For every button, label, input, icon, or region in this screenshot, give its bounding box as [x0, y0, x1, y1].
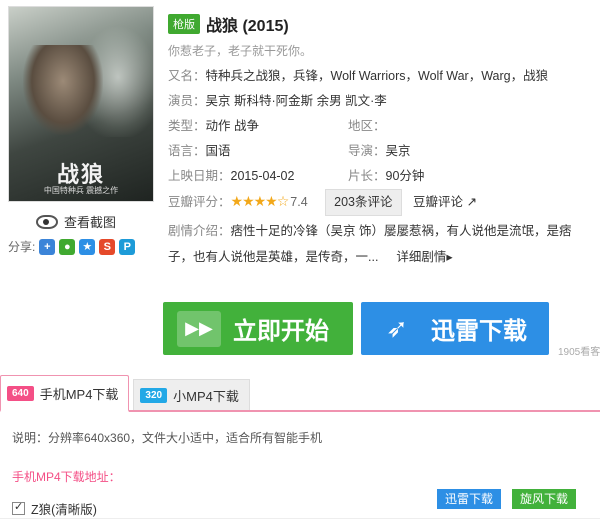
resolution-badge-320: 320	[140, 387, 168, 403]
download-tabs: 640 手机MP4下载 320 小MP4下载	[0, 375, 600, 412]
thunder-bird-icon: ➶	[386, 313, 408, 343]
cast-row: 演员：吴京 斯科特·阿金斯 余男 凯文·李	[168, 89, 588, 114]
sina-weibo-icon[interactable]: S	[99, 238, 116, 255]
douban-review-link[interactable]: 豆瓣评论 ↗	[413, 195, 477, 209]
rating-label: 豆瓣评分：	[168, 195, 231, 209]
download-note: 说明：分辨率640x360，文件大小适中，适合所有智能手机	[12, 431, 323, 445]
release-value: 2015-04-02	[230, 169, 295, 183]
plot-label: 剧情介绍：	[168, 224, 231, 238]
release-runtime-row: 上映日期：2015-04-02 片长：90分钟	[168, 164, 588, 189]
release-label: 上映日期：	[168, 169, 231, 183]
language-label: 语言：	[168, 144, 206, 158]
view-screenshots-label: 查看截图	[64, 215, 117, 230]
reviews-button[interactable]: 203条评论	[325, 189, 402, 216]
language-director-row: 语言：国语 导演：吴京	[168, 139, 588, 164]
genre-region-row: 类型：动作 战争 地区：	[168, 114, 588, 139]
movie-info: 枪版 战狼 (2015) 你惹老子，老子就干死你。 又名：特种兵之战狼，兵锋，W…	[168, 12, 588, 270]
tab-mobile-mp4[interactable]: 640 手机MP4下载	[0, 375, 130, 412]
download-section: 640 手机MP4下载 320 小MP4下载 说明：分辨率640x360，文件大…	[0, 375, 600, 519]
rating-stars-icon: ★★★★☆	[230, 193, 290, 209]
genre-value[interactable]: 动作 战争	[206, 119, 259, 133]
external-link-icon: ↗	[463, 195, 477, 209]
douban-review-label: 豆瓣评论	[413, 195, 464, 209]
poster-figure	[23, 45, 103, 135]
cast-value[interactable]: 吴京 斯科特·阿金斯 余男 凯文·李	[206, 94, 387, 108]
director-label: 导演：	[348, 144, 386, 158]
file-whirlwind-download-button[interactable]: 旋风下载	[512, 489, 577, 509]
aka-label: 又名：	[168, 69, 206, 83]
plot-row: 剧情介绍：痞性十足的冷锋（吴京 饰）屡屡惹祸，有人说他是流氓，是痞子，也有人说他…	[168, 218, 588, 270]
file-name[interactable]: Z狼(清晰版)	[31, 499, 97, 518]
start-now-button[interactable]: ▶▶ 立即开始	[163, 302, 353, 355]
watch-count: 1905看客	[558, 347, 600, 358]
runtime-label: 片长：	[348, 169, 386, 183]
qq-icon[interactable]: P	[119, 238, 136, 255]
movie-title: 战狼 (2015)	[206, 18, 289, 35]
fast-forward-icon: ▶▶	[177, 310, 221, 347]
rating-row: 豆瓣评分：★★★★☆ 7.4 203条评论 豆瓣评论 ↗	[168, 189, 588, 216]
aka-value: 特种兵之战狼，兵锋，Wolf Warriors，Wolf War，Warg，战狼	[205, 69, 549, 83]
resolution-badge-640: 640	[7, 385, 34, 401]
language-value: 国语	[205, 144, 231, 158]
file-checkbox[interactable]	[12, 500, 25, 515]
view-screenshots-button[interactable]: 查看截图	[36, 212, 116, 231]
tab-mobile-mp4-label: 手机MP4下载	[39, 386, 119, 402]
tab-small-mp4[interactable]: 320 小MP4下载	[133, 379, 250, 410]
genre-label: 类型：	[168, 119, 206, 133]
share-label: 分享:	[8, 240, 36, 254]
tencent-weibo-icon[interactable]: +	[39, 238, 56, 255]
region-label: 地区：	[348, 119, 386, 133]
thunder-download-label: 迅雷下载	[431, 318, 527, 345]
start-now-label: 立即开始	[233, 318, 329, 345]
rating-score: 7.4	[290, 195, 308, 209]
version-tag: 枪版	[168, 14, 200, 34]
director-value[interactable]: 吴京	[386, 144, 411, 158]
tab-small-mp4-label: 小MP4下载	[173, 388, 239, 404]
wechat-icon[interactable]: ●	[59, 238, 76, 255]
runtime-value: 90分钟	[385, 169, 425, 183]
eye-icon	[36, 214, 58, 229]
poster-subtitle: 中国特种兵 震撼之作	[43, 186, 119, 195]
more-plot-link[interactable]: 详细剧情▸	[396, 250, 452, 264]
share-bar: 分享: + ● ★ S P	[8, 238, 136, 255]
title-row: 枪版 战狼 (2015)	[168, 12, 588, 36]
thunder-download-button[interactable]: ➶ 迅雷下载	[361, 302, 549, 355]
download-address-label: 手机MP4下载地址：	[12, 470, 121, 484]
movie-tagline: 你惹老子，老子就干死你。	[168, 44, 313, 58]
movie-poster[interactable]: 战狼 中国特种兵 震撼之作	[8, 6, 154, 202]
cast-label: 演员：	[168, 94, 206, 108]
qzone-icon[interactable]: ★	[79, 238, 96, 255]
file-thunder-download-button[interactable]: 迅雷下载	[437, 489, 502, 509]
aka-row: 又名：特种兵之战狼，兵锋，Wolf Warriors，Wolf War，Warg…	[168, 63, 588, 89]
